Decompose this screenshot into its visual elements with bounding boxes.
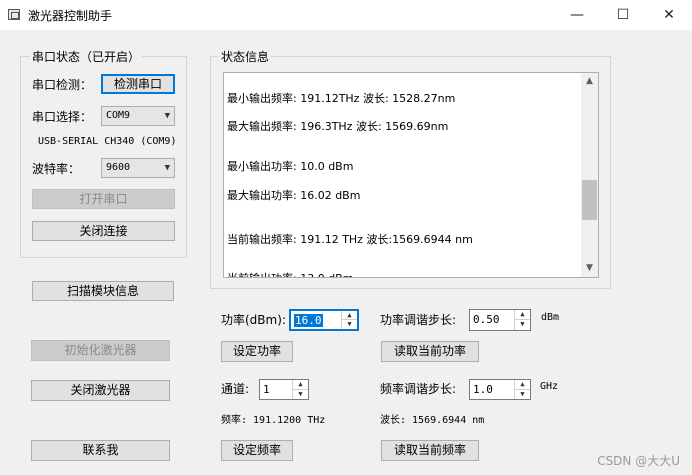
scroll-thumb[interactable]	[582, 180, 597, 220]
close-connection-button[interactable]: 关闭连接	[32, 221, 175, 241]
frequency-readout: 频率: 191.1200 THz	[221, 415, 326, 426]
status-line: 当前输出功率: 13.0 dBm	[227, 270, 353, 277]
power-step-unit: dBm	[541, 312, 560, 323]
freq-step-spinbox[interactable]: 1.0 ▲ ▼	[469, 379, 531, 400]
detect-serial-button[interactable]: 检测串口	[101, 74, 175, 94]
channel-label: 通道:	[221, 382, 250, 396]
set-frequency-button[interactable]: 设定频率	[221, 440, 293, 461]
spin-down-icon[interactable]: ▼	[293, 390, 308, 400]
serial-detect-label: 串口检测：	[32, 78, 93, 92]
power-spinbox[interactable]: 16.0 ▲ ▼	[289, 309, 359, 331]
init-laser-button[interactable]: 初始化激光器	[31, 340, 170, 361]
channel-value: 1	[263, 383, 270, 396]
spin-down-icon[interactable]: ▼	[515, 320, 530, 330]
spin-arrows: ▲ ▼	[341, 311, 357, 329]
channel-spinbox[interactable]: 1 ▲ ▼	[259, 379, 309, 400]
spin-arrows: ▲ ▼	[514, 310, 530, 330]
baud-rate-select[interactable]: 9600 ▼	[101, 158, 175, 178]
power-label: 功率(dBm):	[221, 313, 286, 327]
status-line: 最小输出功率: 10.0 dBm	[227, 160, 354, 173]
window-title: 激光器控制助手	[28, 9, 113, 23]
status-info-title: 状态信息	[219, 48, 272, 65]
watermark: CSDN @大大U	[597, 454, 680, 468]
status-text-area[interactable]: 最小输出频率: 191.12THz 波长: 1528.27nm 最大输出频率: …	[223, 72, 599, 278]
chevron-down-icon: ▼	[164, 111, 170, 121]
spin-up-icon[interactable]: ▲	[342, 311, 357, 320]
spin-up-icon[interactable]: ▲	[515, 380, 530, 390]
serial-status-title: 串口状态（已开启）	[30, 48, 143, 65]
baud-rate-label: 波特率：	[32, 162, 81, 176]
baud-rate-value: 9600	[106, 162, 131, 173]
spin-up-icon[interactable]: ▲	[515, 310, 530, 320]
serial-port-value: COM9	[106, 110, 131, 121]
spin-arrows: ▲ ▼	[292, 380, 308, 399]
power-value: 16.0	[294, 314, 323, 327]
status-line: 最大输出频率: 196.3THz 波长: 1569.69nm	[227, 120, 449, 133]
minimize-icon[interactable]: —	[554, 0, 600, 30]
status-line: 最大输出功率: 16.02 dBm	[227, 189, 361, 202]
status-scrollbar[interactable]: ▲ ▼	[581, 73, 598, 277]
read-power-button[interactable]: 读取当前功率	[381, 341, 479, 362]
close-icon[interactable]: ✕	[646, 0, 692, 30]
set-power-button[interactable]: 设定功率	[221, 341, 293, 362]
wavelength-readout: 波长: 1569.6944 nm	[380, 415, 485, 426]
contact-me-button[interactable]: 联系我	[31, 440, 170, 461]
chevron-up-icon[interactable]: ▲	[581, 73, 598, 90]
status-line: 最小输出频率: 191.12THz 波长: 1528.27nm	[227, 92, 456, 105]
spin-down-icon[interactable]: ▼	[342, 320, 357, 329]
app-icon	[8, 9, 20, 20]
spin-down-icon[interactable]: ▼	[515, 390, 530, 400]
serial-port-select[interactable]: COM9 ▼	[101, 106, 175, 126]
serial-select-label: 串口选择：	[32, 110, 93, 124]
scan-module-button[interactable]: 扫描模块信息	[32, 281, 174, 301]
status-line: 当前输出频率: 191.12 THz 波长:1569.6944 nm	[227, 233, 473, 246]
read-frequency-button[interactable]: 读取当前频率	[381, 440, 479, 461]
spin-arrows: ▲ ▼	[514, 380, 530, 399]
maximize-icon[interactable]: ☐	[600, 0, 646, 30]
freq-step-value: 1.0	[473, 383, 493, 396]
freq-step-label: 频率调谐步长:	[380, 382, 457, 396]
chevron-down-icon[interactable]: ▼	[581, 260, 598, 277]
serial-device-name: USB-SERIAL CH340 (COM9)	[38, 136, 177, 147]
chevron-down-icon: ▼	[164, 163, 170, 173]
power-step-value: 0.50	[473, 313, 500, 326]
spin-up-icon[interactable]: ▲	[293, 380, 308, 390]
open-serial-button[interactable]: 打开串口	[32, 189, 175, 209]
power-step-label: 功率调谐步长:	[380, 313, 457, 327]
close-laser-button[interactable]: 关闭激光器	[31, 380, 170, 401]
freq-step-unit: GHz	[540, 381, 559, 392]
power-step-spinbox[interactable]: 0.50 ▲ ▼	[469, 309, 531, 331]
